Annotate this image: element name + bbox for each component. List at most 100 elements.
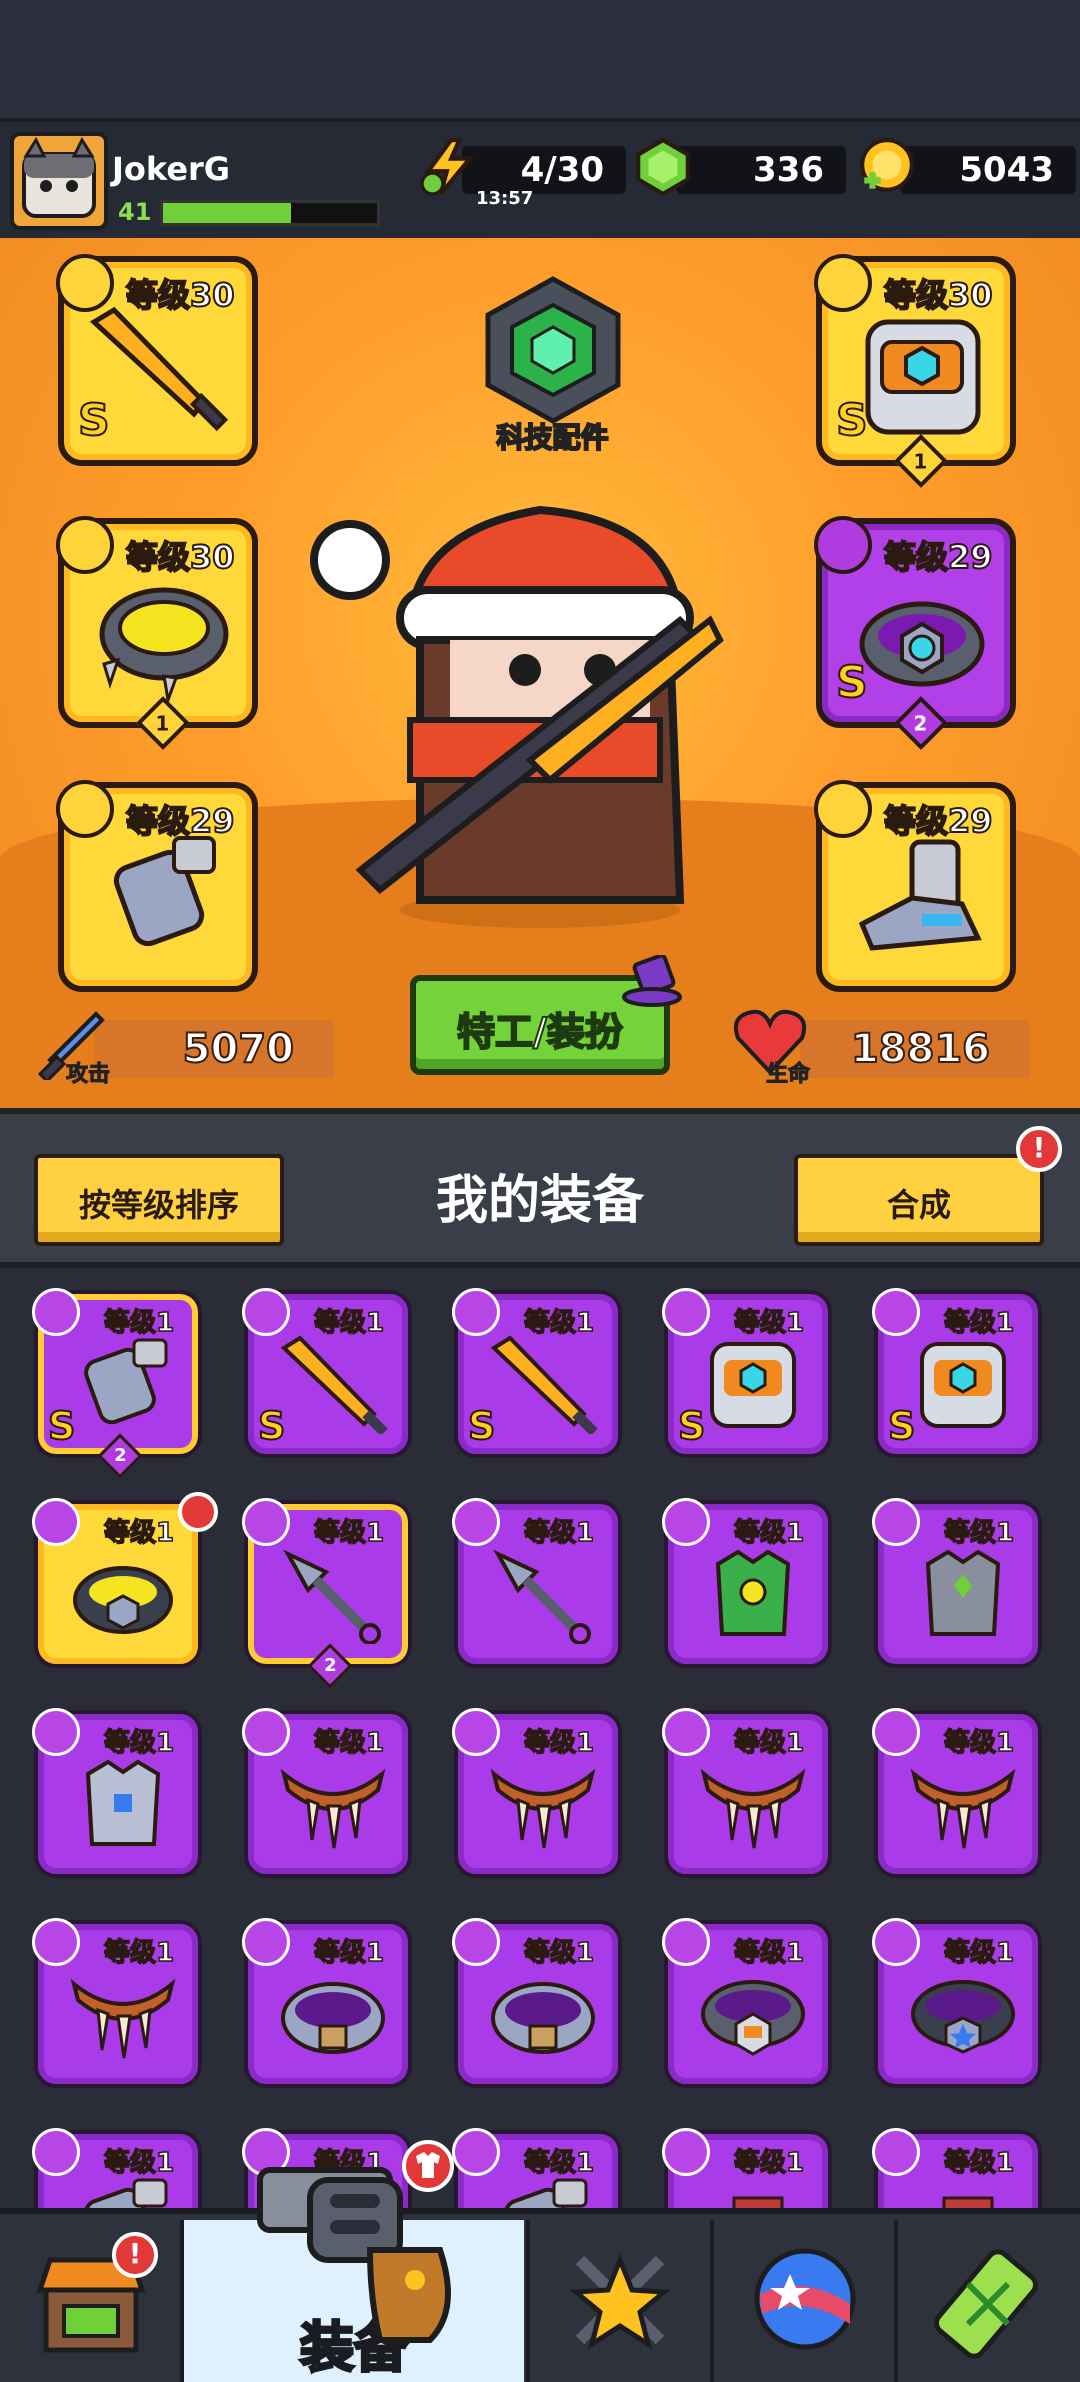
gold-coin-icon: [860, 138, 914, 192]
revolver-alert-badge: [402, 2140, 454, 2192]
inventory-item[interactable]: 等级1: [242, 1918, 412, 2088]
inventory-item[interactable]: 等级1 2: [242, 1498, 412, 1689]
item-type-icon: [452, 1498, 500, 1546]
inventory-item[interactable]: 等级1: [662, 1918, 832, 2088]
health-value: 18816: [850, 1025, 991, 1073]
nav-lab[interactable]: [898, 2220, 1078, 2382]
item-type-icon: [242, 1498, 290, 1546]
coin-counter[interactable]: 5043: [860, 138, 1076, 194]
slot-boots[interactable]: 等级29: [814, 780, 1016, 992]
inventory-item[interactable]: 等级1 S: [242, 1288, 412, 1458]
item-type-icon: [32, 1708, 80, 1756]
cat-avatar-icon: [22, 136, 96, 218]
gem-counter[interactable]: 336: [636, 137, 846, 197]
kunai-icon: [283, 1549, 381, 1644]
green-gem-icon: [636, 137, 690, 197]
dna-battery-icon: [933, 2249, 1039, 2359]
xp-bar: [160, 200, 380, 226]
health-stat: 18816: [800, 1020, 1030, 1078]
sword-icon: [280, 1335, 388, 1434]
nav-shop[interactable]: !: [0, 2220, 180, 2382]
inventory-item[interactable]: 等级1: [662, 2128, 832, 2208]
item-stars-value: 2: [114, 1445, 127, 1467]
slot-necklace-stars-value: 1: [155, 711, 170, 736]
inventory-item[interactable]: 等级1: [452, 1708, 622, 1878]
inventory-item[interactable]: 等级1: [32, 1708, 202, 1878]
item-type-icon: [662, 1708, 710, 1756]
player-level: 41: [118, 198, 152, 226]
inventory-item[interactable]: 等级1: [872, 1498, 1042, 1668]
inventory-item[interactable]: 等级1: [872, 1708, 1042, 1878]
item-type-icon: [872, 2128, 920, 2176]
armor-icon: [710, 1342, 796, 1428]
item-rank: S: [47, 1403, 76, 1449]
armor-icon: [920, 1342, 1006, 1428]
sort-by-level-button[interactable]: 按等级排序: [34, 1154, 284, 1246]
inventory-item[interactable]: 等级1: [242, 1708, 412, 1878]
slot-armor[interactable]: 等级30 S 1: [814, 254, 1016, 488]
item-rank: S: [467, 1403, 496, 1449]
item-rank: S: [887, 1403, 916, 1449]
slot-weapon[interactable]: 等级30 S: [56, 254, 258, 466]
inventory-item[interactable]: 等级1: [452, 1498, 622, 1668]
gauntlet-icon: [113, 836, 216, 947]
spiked-collar-icon: [99, 587, 229, 706]
item-stars-value: 2: [324, 1655, 337, 1677]
slot-armor-rank: S: [835, 394, 869, 447]
item-type-icon: [242, 1288, 290, 1336]
item-stars: 2: [97, 1433, 143, 1479]
health-label: 生命: [765, 1062, 811, 1088]
attack-stat: 5070: [94, 1020, 334, 1078]
item-type-icon: [242, 1918, 290, 1966]
slot-weapon-rank: S: [77, 394, 111, 447]
item-type-icon: [872, 1288, 920, 1336]
item-type-icon: [662, 1918, 710, 1966]
shop-alert-badge: !: [112, 2232, 158, 2278]
inventory-item[interactable]: 等级1: [662, 1708, 832, 1878]
slot-armor-stars-value: 1: [913, 449, 928, 474]
tech-accessory-icon[interactable]: [478, 275, 628, 425]
new-outfit-badge: [178, 1492, 218, 1532]
inventory-item[interactable]: 等级1: [452, 1918, 622, 2088]
slot-belt[interactable]: 等级29 S 2: [814, 516, 1016, 750]
coin-value: 5043: [959, 150, 1054, 190]
energy-counter[interactable]: 4/30 13:57: [420, 138, 626, 209]
item-type-icon: [872, 1918, 920, 1966]
inventory-item[interactable]: 等级1: [662, 1498, 832, 1668]
section-title: 我的装备: [435, 1171, 644, 1231]
lightning-icon: [420, 138, 475, 196]
item-type-icon: [32, 1288, 80, 1336]
belt-icon: [491, 1982, 595, 2054]
inventory-item[interactable]: 等级1 S: [872, 1288, 1042, 1458]
top-hat-icon: [622, 955, 682, 1007]
slot-gloves[interactable]: 等级29: [56, 780, 258, 992]
inventory-item[interactable]: 等级1: [452, 2128, 622, 2208]
belt-icon: [281, 1982, 385, 2054]
boots-icon: [942, 2196, 994, 2208]
energy-value: 4/30: [520, 150, 604, 190]
item-type-icon: [32, 1498, 80, 1546]
nav-world[interactable]: [714, 2220, 894, 2382]
status-bar-area: [0, 0, 1080, 120]
inventory-item[interactable]: 等级1: [872, 1918, 1042, 2088]
nav-battle[interactable]: [530, 2220, 710, 2382]
item-type-icon: [242, 1708, 290, 1756]
inventory-item[interactable]: 等级1: [872, 2128, 1042, 2208]
kunai-icon: [493, 1549, 591, 1644]
item-type-icon: [872, 1498, 920, 1546]
inventory-item[interactable]: 等级1 S 2: [32, 1288, 202, 1479]
sort-by-level-label: 按等级排序: [78, 1186, 239, 1224]
item-type-icon: [662, 1498, 710, 1546]
merge-button[interactable]: 合成: [794, 1154, 1044, 1246]
gem-value: 336: [753, 150, 824, 190]
inventory-item[interactable]: 等级1 S: [452, 1288, 622, 1458]
fang-icon: [490, 1768, 596, 1849]
player-avatar[interactable]: [10, 132, 108, 230]
inventory-item[interactable]: 等级1 S: [662, 1288, 832, 1458]
slot-necklace[interactable]: 等级30 1: [56, 516, 258, 750]
item-type-icon: [452, 1708, 500, 1756]
inventory-item[interactable]: 等级1: [32, 2128, 202, 2208]
inventory-item[interactable]: 等级1: [32, 1492, 218, 1668]
inventory-item[interactable]: 等级1: [32, 1918, 202, 2088]
item-type-icon: [32, 2128, 80, 2176]
